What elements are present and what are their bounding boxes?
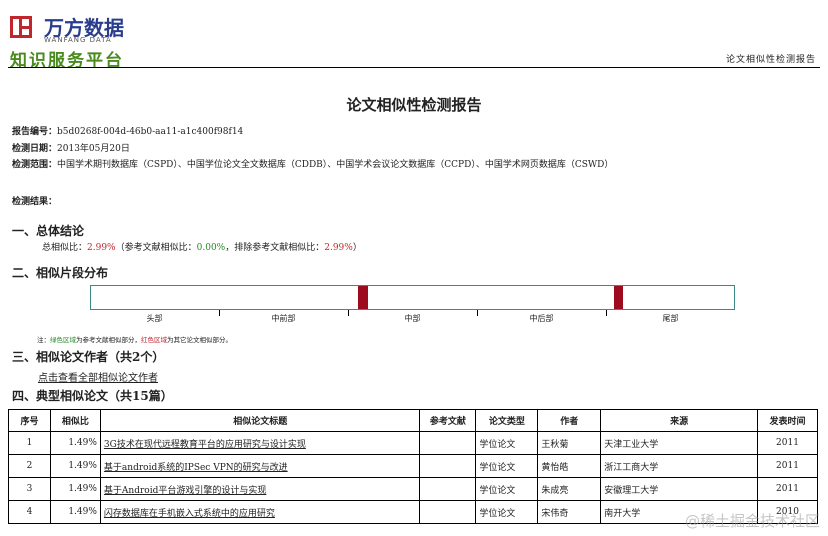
column-header: 来源 bbox=[600, 409, 758, 432]
header-divider bbox=[8, 67, 820, 68]
check-date: 检测日期：2013年05月20日 bbox=[12, 144, 130, 154]
table-row: 3 1.49% 基于Android平台游戏引擎的设计与实现 学位论文 朱成亮 安徽理工大学… bbox=[8, 477, 818, 501]
cell-type: 学位论文 bbox=[475, 454, 539, 478]
segment-label: 中部 bbox=[404, 314, 421, 323]
column-header: 序号 bbox=[8, 409, 51, 432]
cell-author: 黄怡皓 bbox=[537, 454, 602, 478]
similar-papers-table: 序号 相似比 相似论文标题 参考文献 论文类型 作者 来源 发表时间 1 1.49% 3G技术在现… bbox=[8, 409, 818, 524]
result-label: 检测结果： bbox=[12, 197, 58, 207]
column-header: 发表时间 bbox=[757, 409, 818, 432]
cell-source: 安徽理工大学 bbox=[600, 477, 758, 501]
segment-tick bbox=[348, 310, 349, 316]
cell-no: 3 bbox=[8, 477, 51, 501]
cell-title: 闪存数据库在手机嵌入式系统中的应用研究 bbox=[99, 500, 421, 524]
paper-title-link[interactable]: 基于android系统的IPSec VPN的研究与改进 bbox=[104, 463, 288, 473]
brand-english: WANFANG DATA bbox=[44, 36, 112, 44]
segment-label: 中前部 bbox=[271, 314, 296, 323]
view-all-authors-link[interactable]: 点击查看全部相似论文作者 bbox=[38, 369, 158, 384]
overall-ratio: 总相似比：2.99%（参考文献相似比：0.00%，排除参考文献相似比：2.99%… bbox=[42, 243, 362, 253]
similar-fragment-mark bbox=[357, 286, 369, 309]
column-header: 相似比 bbox=[49, 409, 101, 432]
column-header: 参考文献 bbox=[419, 409, 477, 432]
cell-title: 基于Android平台游戏引擎的设计与实现 bbox=[99, 477, 421, 501]
cell-year: 2011 bbox=[757, 431, 818, 455]
cell-author: 王秋菊 bbox=[537, 431, 602, 455]
cell-year: 2011 bbox=[757, 477, 818, 501]
cell-ratio: 1.49% bbox=[49, 500, 101, 524]
section-distribution: 二、相似片段分布 bbox=[12, 266, 109, 280]
page-title: 论文相似性检测报告 bbox=[346, 96, 482, 114]
paper-title-link[interactable]: 基于Android平台游戏引擎的设计与实现 bbox=[104, 486, 266, 496]
cell-title: 基于android系统的IPSec VPN的研究与改进 bbox=[99, 454, 421, 478]
similar-fragment-mark bbox=[614, 286, 623, 309]
segment-label: 尾部 bbox=[662, 314, 679, 323]
cell-ratio: 1.49% bbox=[49, 477, 101, 501]
cell-no: 2 bbox=[8, 454, 51, 478]
watermark: @稀土掘金技术社区 bbox=[684, 512, 820, 530]
segment-tick bbox=[606, 310, 607, 316]
section-authors: 三、相似论文作者（共2个） bbox=[12, 350, 165, 364]
wanfang-logo-icon bbox=[10, 16, 32, 38]
cell-no: 1 bbox=[8, 431, 51, 455]
cell-ratio: 1.49% bbox=[49, 454, 101, 478]
cell-type: 学位论文 bbox=[475, 431, 539, 455]
cell-ref bbox=[419, 431, 477, 455]
table-row: 2 1.49% 基于android系统的IPSec VPN的研究与改进 学位论文 黄怡皓… bbox=[8, 454, 818, 478]
segment-tick bbox=[477, 310, 478, 316]
column-header: 作者 bbox=[537, 409, 602, 432]
section-papers: 四、典型相似论文（共15篇） bbox=[12, 389, 173, 403]
report-number: 报告编号：b5d0268f-004d-46b0-aa11-a1c400f98f1… bbox=[12, 127, 244, 137]
cell-ref bbox=[419, 454, 477, 478]
doc-type: 论文相似性检测报告 bbox=[725, 55, 816, 65]
check-scope: 检测范围：中国学术期刊数据库（CSPD）、中国学位论文全文数据库（CDDB）、中… bbox=[12, 160, 614, 170]
distribution-note: 注：绿色区域为参考文献相似部分，红色区域为其它论文相似部分。 bbox=[37, 336, 232, 344]
column-header: 相似论文标题 bbox=[99, 409, 421, 432]
cell-type: 学位论文 bbox=[475, 500, 539, 524]
column-header: 论文类型 bbox=[475, 409, 539, 432]
section-overall: 一、总体结论 bbox=[12, 224, 85, 238]
cell-source: 天津工业大学 bbox=[600, 431, 758, 455]
cell-author: 宋伟奇 bbox=[537, 500, 602, 524]
paper-title-link[interactable]: 闪存数据库在手机嵌入式系统中的应用研究 bbox=[104, 509, 275, 519]
cell-author: 朱成亮 bbox=[537, 477, 602, 501]
cell-no: 4 bbox=[8, 500, 51, 524]
table-row: 1 1.49% 3G技术在现代远程教育平台的应用研究与设计实现 学位论文 王秋菊 天津工业… bbox=[8, 431, 818, 455]
cell-type: 学位论文 bbox=[475, 477, 539, 501]
segment-tick bbox=[219, 310, 220, 316]
cell-title: 3G技术在现代远程教育平台的应用研究与设计实现 bbox=[99, 431, 421, 455]
segment-label: 头部 bbox=[146, 314, 163, 323]
cell-source: 浙江工商大学 bbox=[600, 454, 758, 478]
paper-title-link[interactable]: 3G技术在现代远程教育平台的应用研究与设计实现 bbox=[104, 440, 306, 450]
cell-ref bbox=[419, 500, 477, 524]
cell-year: 2011 bbox=[757, 454, 818, 478]
cell-ratio: 1.49% bbox=[49, 431, 101, 455]
cell-ref bbox=[419, 477, 477, 501]
segment-label: 中后部 bbox=[529, 314, 554, 323]
similarity-distribution-bar bbox=[90, 285, 735, 310]
